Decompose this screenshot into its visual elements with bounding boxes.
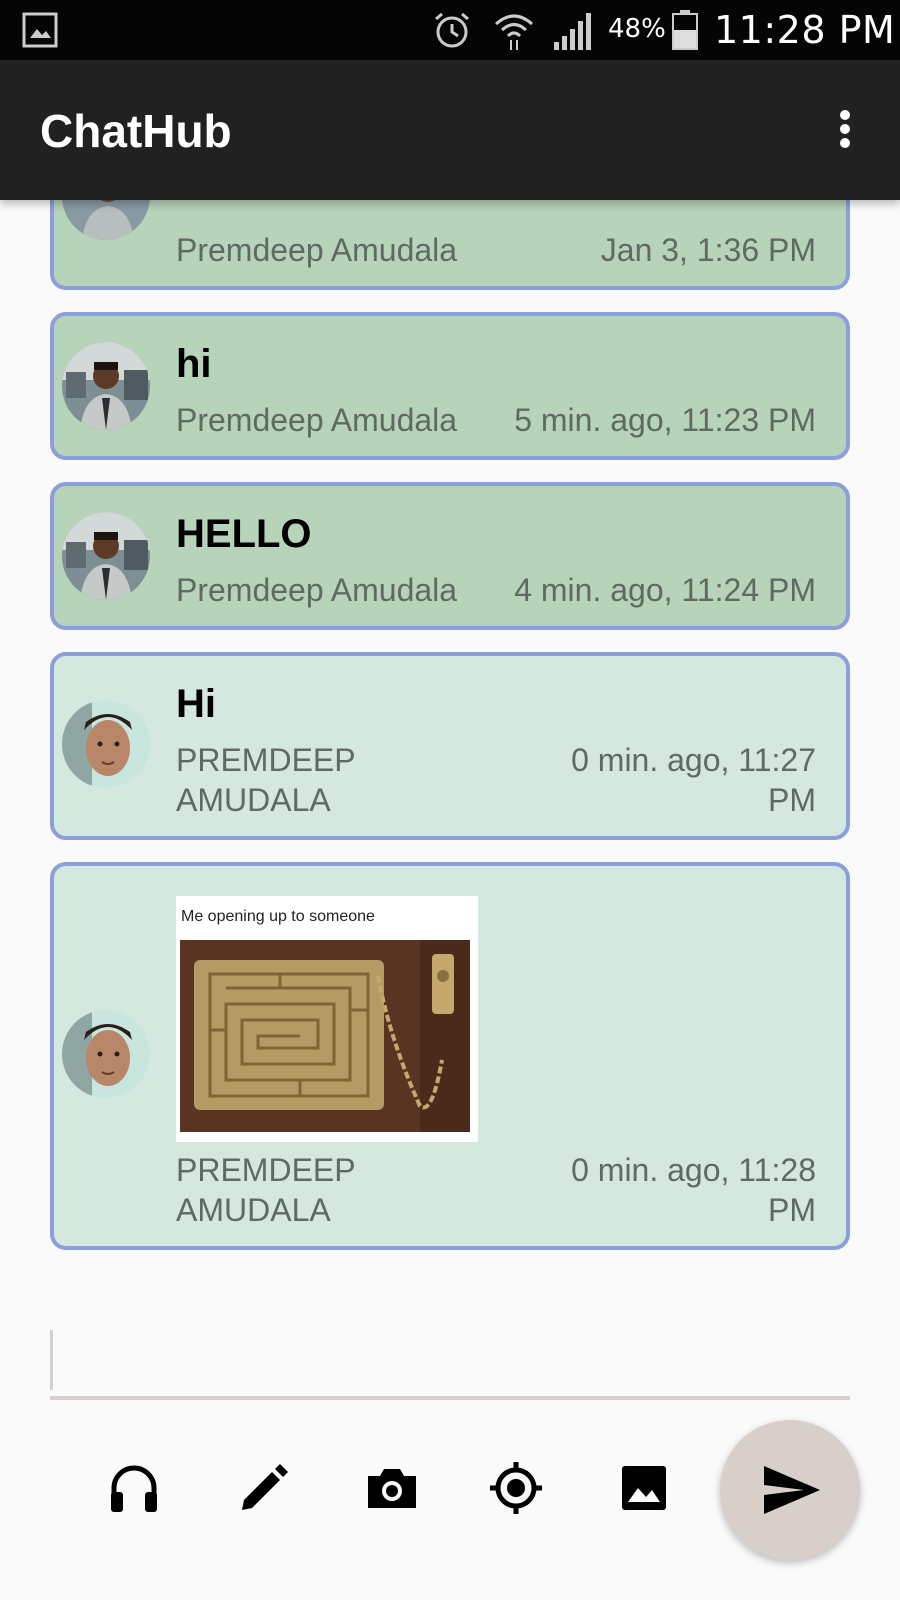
message-sender: PREMDEEP AMUDALA (176, 1150, 356, 1230)
message-list[interactable]: Premdeep Amudala Jan 3, 1:36 PM hi Premd… (0, 200, 900, 1280)
app-bar: ChatHub (0, 60, 900, 200)
message-time: 4 min. ago, 11:24 PM (514, 572, 816, 608)
avatar (62, 1010, 150, 1098)
message-time: 0 min. ago, 11:27 PM (571, 740, 816, 820)
message-card[interactable]: hi Premdeep Amudala 5 min. ago, 11:23 PM (50, 312, 850, 460)
avatar (62, 512, 150, 600)
message-card[interactable]: Me opening up to someone PREMDEEP AMUDAL… (50, 862, 850, 1250)
input-underline (50, 1396, 850, 1400)
image-caption: Me opening up to someone (181, 908, 375, 925)
app-title: ChatHub (40, 105, 232, 157)
battery-icon (672, 10, 698, 50)
message-time: Jan 3, 1:36 PM (600, 232, 816, 268)
time-line: PM (768, 782, 816, 818)
wifi-icon (495, 14, 533, 50)
message-composer (50, 1330, 850, 1402)
message-sender: Premdeep Amudala (176, 232, 458, 268)
send-icon (764, 1466, 820, 1514)
pencil-icon[interactable] (236, 1460, 292, 1516)
message-sender: PREMDEEP AMUDALA (176, 740, 356, 820)
message-image[interactable]: Me opening up to someone (176, 896, 478, 1142)
send-button[interactable] (720, 1420, 860, 1560)
status-bar: 48% 11:28 PM (0, 0, 900, 60)
status-clock: 11:28 PM (714, 8, 896, 52)
image-icon[interactable] (616, 1460, 672, 1516)
gallery-notification-icon (22, 12, 58, 48)
avatar (62, 342, 150, 430)
sender-line: AMUDALA (176, 782, 331, 818)
text-cursor (50, 1330, 53, 1390)
alarm-icon (435, 12, 469, 48)
more-options-icon[interactable] (820, 104, 870, 154)
avatar (62, 200, 150, 240)
maze-lock-photo (180, 940, 470, 1132)
time-line: 0 min. ago, 11:28 (571, 1152, 816, 1188)
message-time: 0 min. ago, 11:28 PM (571, 1150, 816, 1230)
battery-percent: 48% (608, 14, 666, 44)
sender-line: AMUDALA (176, 1192, 331, 1228)
message-text: hi (176, 342, 212, 386)
signal-icon (554, 13, 591, 50)
message-card[interactable]: Hi PREMDEEP AMUDALA 0 min. ago, 11:27 PM (50, 652, 850, 840)
time-line: PM (768, 1192, 816, 1228)
camera-icon[interactable] (364, 1460, 420, 1516)
message-card[interactable]: Premdeep Amudala Jan 3, 1:36 PM (50, 200, 850, 290)
message-card[interactable]: HELLO Premdeep Amudala 4 min. ago, 11:24… (50, 482, 850, 630)
avatar (62, 700, 150, 788)
message-sender: Premdeep Amudala (176, 402, 458, 438)
message-text: HELLO (176, 512, 312, 556)
message-time: 5 min. ago, 11:23 PM (514, 402, 816, 438)
headphones-icon[interactable] (106, 1460, 162, 1516)
message-input[interactable] (56, 1334, 846, 1390)
message-sender: Premdeep Amudala (176, 572, 458, 608)
location-icon[interactable] (488, 1460, 544, 1516)
time-line: 0 min. ago, 11:27 (571, 742, 816, 778)
sender-line: PREMDEEP (176, 1152, 356, 1188)
message-text: Hi (176, 682, 216, 726)
sender-line: PREMDEEP (176, 742, 356, 778)
